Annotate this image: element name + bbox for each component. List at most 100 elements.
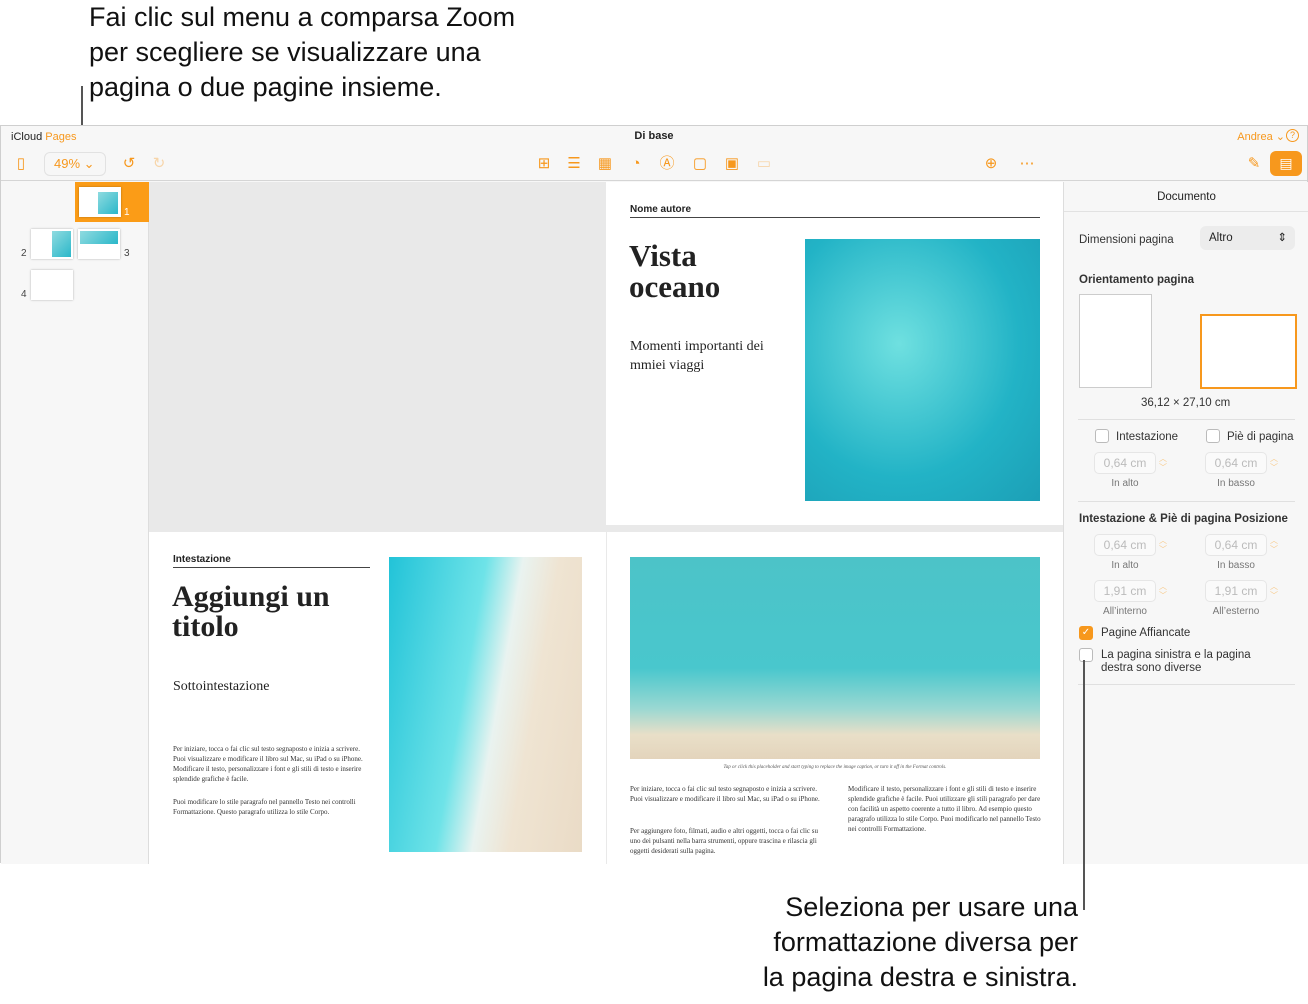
sidebar-toggle-icon[interactable]: ▯ xyxy=(10,154,32,176)
position-top-field[interactable]: 0,64 cm xyxy=(1094,534,1156,556)
stepper-icon[interactable]: ︿ ﹀ xyxy=(1159,582,1167,600)
collaborate-icon[interactable]: ⊕ xyxy=(980,154,1002,176)
insert-text-icon[interactable]: ☰ xyxy=(563,154,585,176)
different-pages-checkbox[interactable] xyxy=(1079,648,1093,662)
page-header[interactable]: Intestazione xyxy=(173,554,231,565)
callout-different-pages: Seleziona per usare una formattazione di… xyxy=(763,890,1078,995)
thumbnail-number: 2 xyxy=(21,248,27,259)
page-dimensions: 36,12 × 27,10 cm xyxy=(1141,397,1231,409)
footer-checkbox[interactable] xyxy=(1206,429,1220,443)
outside-margin-field[interactable]: 1,91 cm xyxy=(1205,580,1267,602)
zoom-value: 49% xyxy=(54,156,81,171)
label-line: destra sono diverse xyxy=(1101,662,1202,674)
redo-icon[interactable]: ↻ xyxy=(148,154,170,176)
portrait-option[interactable] xyxy=(1079,294,1152,388)
subtitle[interactable]: Momenti importanti dei mmiei viaggi xyxy=(630,337,790,375)
field-caption: In alto xyxy=(1111,478,1139,489)
undo-icon[interactable]: ↺ xyxy=(118,154,140,176)
page-2[interactable]: Intestazione Aggiungi un titolo Sottoint… xyxy=(149,532,606,864)
page-3[interactable]: Tap or click this placeholder and start … xyxy=(607,532,1063,864)
header-top-field[interactable]: 0,64 cm xyxy=(1094,452,1156,474)
body-text[interactable]: Puoi modificare lo stile paragrafo nel p… xyxy=(173,797,373,817)
document-inspector: Documento Dimensioni pagina Altro ⇕ Orien… xyxy=(1063,182,1308,864)
ocean-image[interactable] xyxy=(805,239,1040,501)
header-label: Intestazione xyxy=(1116,431,1179,443)
body-text[interactable]: Per iniziare, tocca o fai clic sul testo… xyxy=(173,744,373,784)
body-text[interactable]: Modificare il testo, personalizzare i fo… xyxy=(848,784,1043,834)
callout-zoom: Fai clic sul menu a comparsa Zoom per sc… xyxy=(89,0,515,105)
callout-line: pagina o due pagine insieme. xyxy=(89,72,442,102)
body-text[interactable]: Per aggiungere foto, filmati, audio e al… xyxy=(630,826,830,856)
field-caption: In basso xyxy=(1217,560,1255,571)
add-page-icon[interactable]: ⊞ xyxy=(533,154,555,176)
title-bar: iCloud Pages Di base Andrea ⌄ ? xyxy=(1,126,1307,149)
stepper-icon[interactable]: ︿ ﹀ xyxy=(1270,536,1278,554)
callout-line: per scegliere se visualizzare una xyxy=(89,37,481,67)
comment-icon[interactable]: ▭ xyxy=(753,154,775,176)
page-size-select[interactable]: Altro ⇕ xyxy=(1200,226,1295,250)
footer-bottom-field[interactable]: 0,64 cm xyxy=(1205,452,1267,474)
body-text[interactable]: Per iniziare, tocca o fai clic sul testo… xyxy=(630,784,822,804)
text-box-icon[interactable]: Ⓐ xyxy=(656,154,678,176)
label-line: La pagina sinistra e la pagina xyxy=(1101,649,1251,661)
page-size-label: Dimensioni pagina xyxy=(1079,234,1174,246)
shore-image[interactable] xyxy=(630,557,1040,759)
page-title[interactable]: Vista xyxy=(629,240,720,271)
thumbnail-page-2[interactable] xyxy=(31,229,73,259)
page-size-value: Altro xyxy=(1209,232,1233,244)
table-icon[interactable]: ▦ xyxy=(594,154,616,176)
zoom-popup[interactable]: 49% ⌄ xyxy=(44,152,106,176)
facing-pages-label: Pagine Affiancate xyxy=(1101,627,1191,639)
subheading[interactable]: Sottointestazione xyxy=(173,679,269,695)
page-1[interactable]: Nome autore Vista oceano Momenti importan… xyxy=(606,182,1063,525)
chart-icon[interactable]: ◔ xyxy=(625,154,647,176)
pages-app: iCloud Pages Di base Andrea ⌄ ? ▯ 49% ⌄ … xyxy=(0,125,1308,864)
orientation-label: Orientamento pagina xyxy=(1079,274,1195,286)
document-icon: ▤ xyxy=(1279,155,1293,171)
field-caption: All’esterno xyxy=(1212,606,1260,617)
shape-icon[interactable]: ▢ xyxy=(689,154,711,176)
help-icon[interactable]: ? xyxy=(1286,129,1299,142)
position-bottom-field[interactable]: 0,64 cm xyxy=(1205,534,1267,556)
page-thumbnails: 1 2 3 4 xyxy=(1,182,149,864)
document-button[interactable]: ▤ xyxy=(1270,151,1302,176)
thumbnail-number: 4 xyxy=(21,289,27,300)
field-caption: In basso xyxy=(1217,478,1255,489)
stepper-icon[interactable]: ︿ ﹀ xyxy=(1159,536,1167,554)
page-title[interactable]: Aggiungi un titolo xyxy=(172,582,372,642)
callout-pointer xyxy=(1083,660,1085,910)
stepper-icon[interactable]: ︿ ﹀ xyxy=(1270,582,1278,600)
image-caption[interactable]: Tap or click this placeholder and start … xyxy=(630,765,1040,770)
document-title: Di base xyxy=(634,130,674,142)
thumbnail-number: 1 xyxy=(124,207,130,218)
stepper-icon[interactable]: ︿ ﹀ xyxy=(1159,454,1167,472)
author-name[interactable]: Nome autore xyxy=(630,204,691,215)
header-checkbox[interactable] xyxy=(1095,429,1109,443)
more-icon[interactable]: ⋯ xyxy=(1016,154,1038,176)
user-name: Andrea xyxy=(1237,131,1273,143)
field-caption: In alto xyxy=(1111,560,1139,571)
user-menu[interactable]: Andrea ⌄ xyxy=(1237,130,1285,143)
landscape-option[interactable] xyxy=(1200,314,1297,389)
chevron-down-icon: ⌄ xyxy=(83,156,95,171)
inside-margin-field[interactable]: 1,91 cm xyxy=(1094,580,1156,602)
updown-icon: ⇕ xyxy=(1277,232,1287,244)
toolbar: ▯ 49% ⌄ ↺ ↻ ⊞ ☰ ▦ ◔ Ⓐ ▢ ▣ ▭ ⊕ ⋯ ✎ ▤ xyxy=(1,149,1307,181)
media-icon[interactable]: ▣ xyxy=(721,154,743,176)
callout-line: Fai clic sul menu a comparsa Zoom xyxy=(89,2,516,32)
different-pages-label: La pagina sinistra e la pagina destra son… xyxy=(1101,649,1251,675)
field-caption: All’interno xyxy=(1103,606,1147,617)
page-title[interactable]: oceano xyxy=(629,271,720,302)
thumbnail-page-3[interactable] xyxy=(78,229,120,259)
thumbnail-page-4[interactable] xyxy=(31,270,73,300)
footer-label: Piè di pagina xyxy=(1227,431,1294,443)
callout-line: Seleziona per usare una xyxy=(785,892,1078,922)
stepper-icon[interactable]: ︿ ﹀ xyxy=(1270,454,1278,472)
position-label: Intestazione & Piè di pagina Posizione xyxy=(1079,513,1288,525)
format-brush-icon[interactable]: ✎ xyxy=(1243,154,1265,176)
thumbnail-number: 3 xyxy=(124,248,130,259)
document-canvas: Nome autore Vista oceano Momenti importan… xyxy=(149,182,1063,864)
beach-image[interactable] xyxy=(389,557,582,852)
thumbnail-page-1[interactable] xyxy=(79,187,121,217)
facing-pages-checkbox[interactable]: ✓ xyxy=(1079,626,1093,640)
